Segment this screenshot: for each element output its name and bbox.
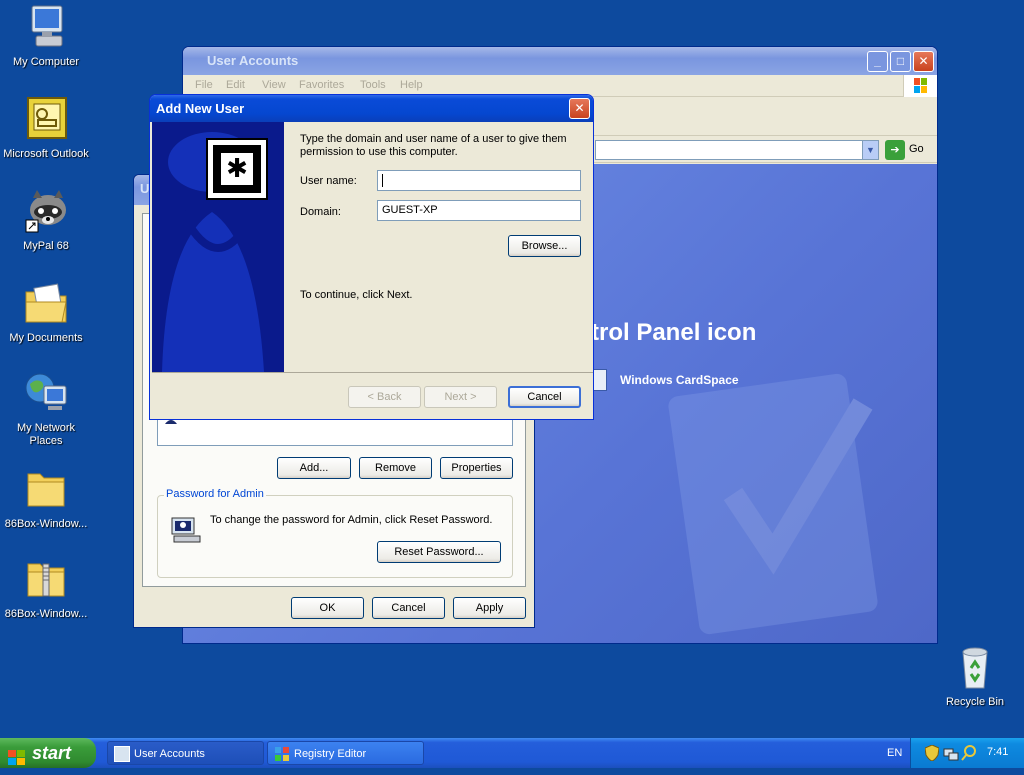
start-label: start <box>32 743 72 763</box>
cardspace-label: Windows CardSpace <box>620 373 739 387</box>
desktop-icon-my-computer[interactable]: My Computer <box>0 4 92 69</box>
continue-text: To continue, click Next. <box>300 289 413 301</box>
cardspace-icon <box>593 369 607 391</box>
menu-file[interactable]: File <box>195 79 213 91</box>
go-arrow-icon: ➔ <box>885 140 905 160</box>
desktop-icon-86box-folder[interactable]: 86Box-Window... <box>0 466 92 531</box>
add-button[interactable]: Add... <box>277 457 351 479</box>
taskbar-button-registry-editor[interactable]: Registry Editor <box>267 741 424 765</box>
task-label: Registry Editor <box>294 748 367 760</box>
desktop-icon-label: My Network Places <box>16 422 76 447</box>
security-shield-icon[interactable] <box>924 744 940 762</box>
wizard-footer-divider <box>152 372 593 373</box>
dialog-title: Add New User <box>156 101 245 116</box>
domain-label: Domain: <box>300 206 341 218</box>
maximize-button[interactable]: □ <box>890 51 911 72</box>
dialog-titlebar[interactable]: Add New User ✕ <box>150 95 593 122</box>
desktop-icon-my-network-places[interactable]: My Network Places <box>0 370 92 448</box>
password-help-text: To change the password for Admin, click … <box>210 514 493 526</box>
desktop-icon-86box-zip[interactable]: 86Box-Window... <box>0 556 92 621</box>
address-input[interactable]: ▼ <box>595 140 879 160</box>
desktop-icon-my-documents[interactable]: My Documents <box>0 280 92 345</box>
menu-view[interactable]: View <box>262 79 286 91</box>
close-button[interactable]: ✕ <box>913 51 934 72</box>
minimize-button[interactable]: _ <box>867 51 888 72</box>
search-icon[interactable] <box>961 745 977 761</box>
menu-help[interactable]: Help <box>400 79 423 91</box>
wizard-side-panel: ✱ <box>152 122 284 372</box>
language-indicator[interactable]: EN <box>887 747 902 759</box>
documents-folder-icon <box>22 280 70 328</box>
system-tray: 7:41 <box>910 738 1024 768</box>
desktop-icon-label: Recycle Bin <box>945 696 1005 708</box>
apply-button[interactable]: Apply <box>453 597 526 619</box>
password-group-label: Password for Admin <box>164 488 266 500</box>
folder-icon <box>22 466 70 514</box>
desktop-icon-label: My Computer <box>12 56 80 68</box>
start-button[interactable]: start <box>0 738 96 768</box>
close-button[interactable]: ✕ <box>569 98 590 119</box>
properties-button[interactable]: Properties <box>440 457 513 479</box>
desktop-icon-recycle-bin[interactable]: Recycle Bin <box>929 644 1021 709</box>
reset-password-button[interactable]: Reset Password... <box>377 541 501 563</box>
desktop-icon-label: 86Box-Window... <box>4 608 88 620</box>
password-group: Password for Admin To change the passwor… <box>157 488 513 578</box>
desktop-icon-mypal[interactable]: MyPal 68 <box>0 188 92 253</box>
windows-logo-icon <box>903 75 937 97</box>
raccoon-icon <box>22 188 70 236</box>
remove-button[interactable]: Remove <box>359 457 432 479</box>
window-titlebar[interactable]: User Accounts _ □ ✕ <box>183 47 937 75</box>
outlook-icon <box>22 96 70 144</box>
domain-input[interactable]: GUEST-XP <box>377 200 581 221</box>
address-dropdown-button[interactable]: ▼ <box>862 141 878 159</box>
network-icon[interactable] <box>943 745 959 761</box>
registry-editor-icon <box>274 746 290 762</box>
key-icon: ✱ <box>206 138 268 200</box>
window-title: User Accounts <box>207 53 299 68</box>
checkmark-watermark-icon <box>668 373 878 635</box>
zip-folder-icon <box>22 556 70 604</box>
computer-user-icon <box>170 512 202 544</box>
username-label: User name: <box>300 175 357 187</box>
back-button[interactable]: < Back <box>348 386 421 408</box>
add-new-user-dialog[interactable]: Add New User ✕ ✱ Type the domain and use… <box>149 94 594 420</box>
next-button[interactable]: Next > <box>424 386 497 408</box>
desktop-icon-label: MyPal 68 <box>23 240 69 252</box>
page-heading: trol Panel icon <box>591 319 757 346</box>
wizard-content: Type the domain and user name of a user … <box>284 122 592 372</box>
go-button[interactable]: ➔ Go <box>885 140 931 160</box>
menu-favorites[interactable]: Favorites <box>299 79 344 91</box>
menu-edit[interactable]: Edit <box>226 79 245 91</box>
cancel-button[interactable]: Cancel <box>508 386 581 408</box>
desktop-icon-label: Microsoft Outlook <box>3 148 89 160</box>
network-globe-icon <box>22 370 70 418</box>
windows-flag-icon <box>8 745 26 765</box>
my-computer-icon <box>22 4 70 52</box>
clock[interactable]: 7:41 <box>987 746 1008 758</box>
recycle-bin-icon <box>951 644 999 692</box>
taskbar-button-user-accounts[interactable]: User Accounts <box>107 741 264 765</box>
go-label: Go <box>909 143 924 155</box>
username-input[interactable] <box>377 170 581 191</box>
taskbar: start User Accounts Registry Editor EN 7… <box>0 738 1024 768</box>
desktop-icon-microsoft-outlook[interactable]: Microsoft Outlook <box>0 96 92 161</box>
user-accounts-icon <box>114 746 130 762</box>
ok-button[interactable]: OK <box>291 597 364 619</box>
task-label: User Accounts <box>134 748 205 760</box>
text-caret <box>382 174 383 187</box>
cancel-button[interactable]: Cancel <box>372 597 445 619</box>
dialog-title: U <box>140 181 150 196</box>
intro-text: Type the domain and user name of a user … <box>300 133 567 158</box>
desktop-icon-label: 86Box-Window... <box>4 518 88 530</box>
menu-tools[interactable]: Tools <box>360 79 386 91</box>
browse-button[interactable]: Browse... <box>508 235 581 257</box>
desktop-icon-label: My Documents <box>9 332 83 344</box>
